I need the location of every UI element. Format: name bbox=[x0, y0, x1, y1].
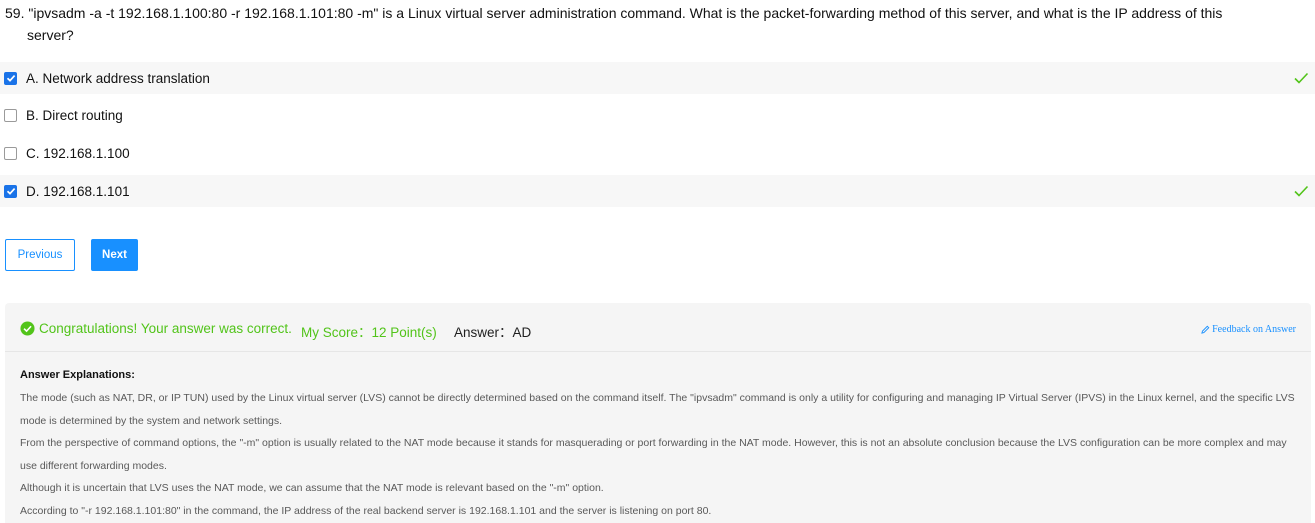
checkbox-checked-icon[interactable] bbox=[4, 184, 17, 198]
question-line-2: server? bbox=[27, 27, 74, 43]
explanation-paragraph: From the perspective of command options,… bbox=[20, 437, 1287, 472]
result-message: Congratulations! Your answer was correct… bbox=[20, 321, 292, 336]
explanation-paragraph: According to "-r 192.168.1.101:80" in th… bbox=[20, 504, 712, 517]
checkbox-icon[interactable] bbox=[4, 146, 17, 160]
question-number: 59. bbox=[5, 5, 25, 21]
checkbox-icon[interactable] bbox=[4, 108, 17, 122]
next-button[interactable]: Next bbox=[91, 239, 138, 271]
option-b[interactable]: B. Direct routing bbox=[0, 99, 1315, 131]
explanation-paragraph: Although it is uncertain that LVS uses t… bbox=[20, 482, 604, 494]
option-label: B. Direct routing bbox=[26, 107, 123, 123]
correct-tick-icon bbox=[1294, 185, 1309, 197]
result-panel: Congratulations! Your answer was correct… bbox=[5, 303, 1311, 523]
option-label: C. 192.168.1.100 bbox=[26, 145, 130, 161]
option-label: D. 192.168.1.101 bbox=[26, 183, 130, 199]
option-c[interactable]: C. 192.168.1.100 bbox=[0, 137, 1315, 169]
check-circle-icon bbox=[20, 321, 35, 336]
option-a[interactable]: A. Network address translation bbox=[0, 62, 1315, 94]
feedback-link-text[interactable]: Feedback on Answer bbox=[1212, 324, 1296, 335]
explanation-title: Answer Explanations: bbox=[20, 369, 135, 381]
my-score: My Score：12 Point(s) bbox=[301, 325, 437, 340]
question-text: 59. "ipvsadm -a -t 192.168.1.100:80 -r 1… bbox=[5, 2, 1295, 46]
result-header: Congratulations! Your answer was correct… bbox=[5, 303, 1311, 352]
feedback-link[interactable]: Feedback on Answer bbox=[1201, 324, 1296, 335]
option-label: A. Network address translation bbox=[26, 70, 210, 86]
congrats-text: Congratulations! Your answer was correct… bbox=[39, 321, 292, 336]
checkbox-checked-icon[interactable] bbox=[4, 71, 17, 85]
edit-icon bbox=[1201, 325, 1210, 334]
question-line-1: "ipvsadm -a -t 192.168.1.100:80 -r 192.1… bbox=[28, 5, 1223, 21]
previous-button[interactable]: Previous bbox=[5, 239, 75, 271]
explanation-body: The mode (such as NAT, DR, or IP TUN) us… bbox=[20, 387, 1295, 522]
explanation-paragraph: The mode (such as NAT, DR, or IP TUN) us… bbox=[20, 392, 1295, 427]
option-d[interactable]: D. 192.168.1.101 bbox=[0, 175, 1315, 207]
correct-tick-icon bbox=[1294, 72, 1309, 84]
correct-answer: Answer：AD bbox=[454, 325, 532, 340]
